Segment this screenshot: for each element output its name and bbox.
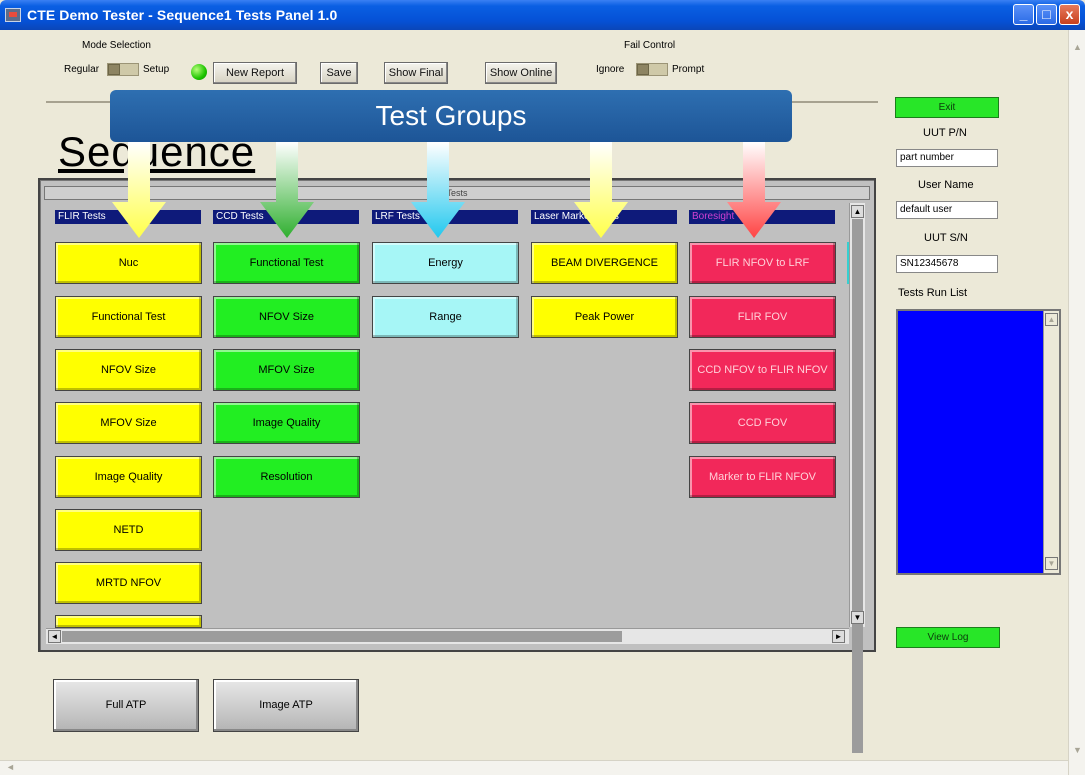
arrow-lrf-icon	[411, 142, 465, 238]
arrow-flir-icon	[112, 142, 166, 238]
arrow-laser-marker-icon	[574, 142, 628, 238]
arrow-ccd-icon	[260, 142, 314, 238]
arrow-boresight-icon	[727, 142, 781, 238]
test-groups-banner: Test Groups	[110, 90, 792, 142]
